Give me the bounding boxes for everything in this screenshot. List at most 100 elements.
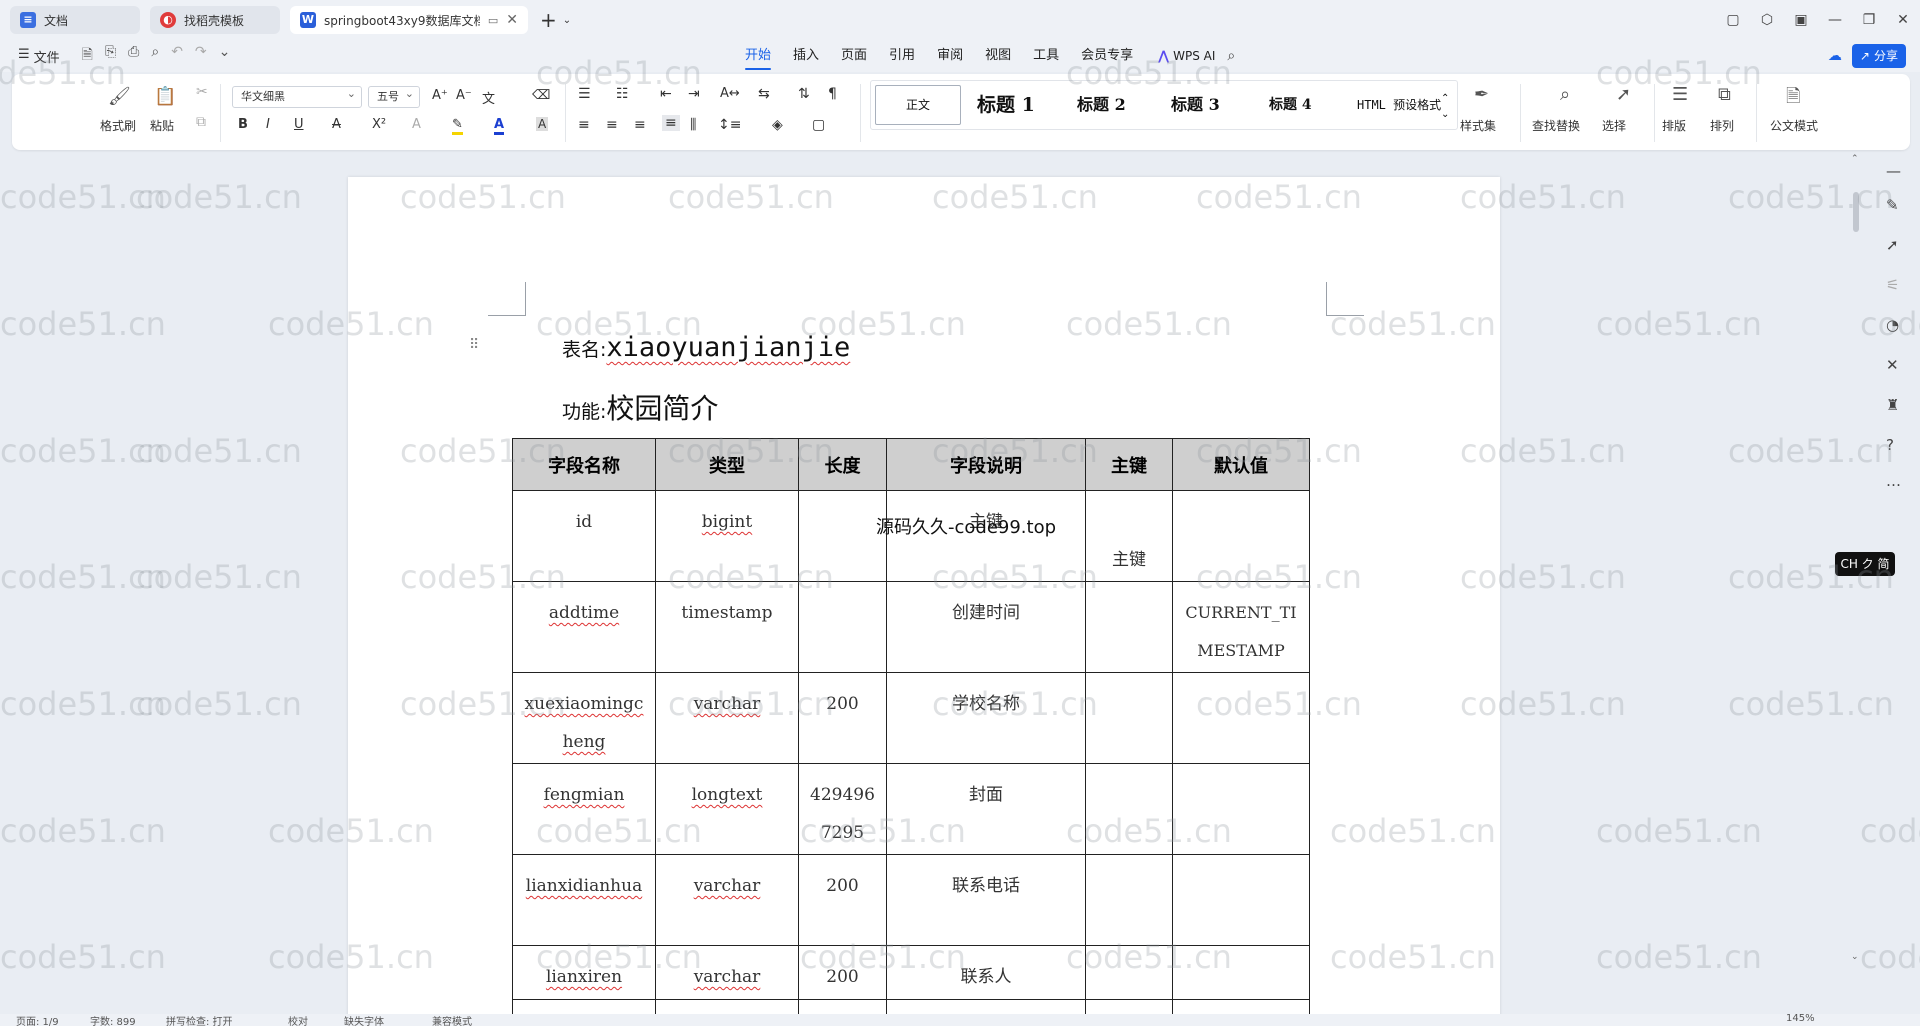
typeset-icon[interactable]: ☰ — [1672, 84, 1688, 105]
minimize-icon[interactable]: — — [1818, 12, 1852, 28]
typeset-label[interactable]: 排版 — [1662, 117, 1686, 134]
drag-handle-icon[interactable]: ⠿ — [469, 337, 479, 353]
indent-icon[interactable]: ⇥ — [688, 86, 700, 102]
style-gallery-scroll[interactable]: ⌃ ⌄ — [1441, 91, 1449, 139]
sort-icon[interactable]: ⇅ — [798, 86, 810, 102]
print-icon[interactable]: ⎙ — [128, 44, 139, 68]
menu-tools[interactable]: 工具 — [1022, 40, 1070, 72]
style-heading-3[interactable]: 标题 3 — [1171, 81, 1220, 129]
select-label[interactable]: 选择 — [1602, 117, 1626, 134]
strikethrough-icon[interactable]: A — [332, 117, 341, 132]
file-menu-button[interactable]: ☰ 文件 — [18, 47, 60, 66]
official-doc-icon[interactable]: 🗎 — [1786, 84, 1800, 114]
help-icon[interactable]: ? — [1886, 436, 1894, 454]
bold-icon[interactable]: B — [238, 117, 248, 132]
scroll-up-icon[interactable]: ⌃ — [1851, 154, 1859, 164]
scroll-thumb[interactable] — [1853, 192, 1859, 232]
format-painter-icon[interactable]: 🖌 — [108, 86, 131, 107]
redo-icon[interactable]: ↷ — [195, 44, 207, 68]
arrange-icon[interactable]: ⧉ — [1718, 84, 1731, 105]
chart-icon[interactable]: ◔ — [1886, 316, 1899, 334]
style-heading-1[interactable]: 标题 1 — [977, 81, 1035, 129]
style-set-label[interactable]: 样式集 — [1460, 117, 1496, 134]
justify-icon[interactable]: ≡ — [662, 115, 680, 131]
show-marks-icon[interactable]: ¶ — [828, 86, 837, 102]
tab-docs[interactable]: ≡ 文档 — [10, 6, 140, 34]
monitor-icon[interactable]: ▭ — [488, 14, 498, 27]
menu-insert[interactable]: 插入 — [782, 40, 830, 72]
find-replace-label[interactable]: 查找替换 — [1532, 117, 1580, 134]
save-icon[interactable]: 🗎 — [82, 44, 93, 68]
chevron-down-icon[interactable]: ⌄ — [563, 15, 571, 26]
undo-icon[interactable]: ↶ — [171, 44, 183, 68]
font-size-select[interactable]: 五号 — [368, 84, 420, 108]
restore-icon[interactable]: ❐ — [1852, 12, 1886, 28]
spell-check[interactable]: 拼写检查: 打开 — [166, 1014, 233, 1026]
adjust-icon[interactable]: ⚟ — [1886, 276, 1899, 294]
menu-member[interactable]: 会员专享 — [1070, 40, 1144, 72]
border-icon[interactable]: ▢ — [812, 117, 825, 133]
style-html-preformatted[interactable]: HTML 预设格式 — [1357, 81, 1441, 129]
menu-home[interactable]: 开始 — [734, 40, 782, 72]
print-preview-icon[interactable]: ⌕ — [151, 44, 159, 68]
word-count[interactable]: 字数: 899 — [90, 1014, 136, 1026]
font-color-icon[interactable]: A — [494, 117, 505, 135]
numbered-list-icon[interactable]: ☷ — [616, 86, 629, 102]
proofread[interactable]: 校对 — [288, 1014, 308, 1026]
tab-docer[interactable]: ◐ 找稻壳模板 — [150, 6, 280, 34]
zoom-level[interactable]: 145% — [1786, 1014, 1815, 1024]
menu-view[interactable]: 视图 — [974, 40, 1022, 72]
tools-icon[interactable]: ✕ — [1886, 356, 1899, 374]
minus-icon[interactable]: — — [1886, 162, 1901, 180]
menu-page[interactable]: 页面 — [830, 40, 878, 72]
cloud-upload-icon[interactable]: ☁ — [1828, 48, 1842, 64]
direction-icon[interactable]: ⇆ — [758, 86, 770, 102]
export-icon[interactable]: ⎘ — [105, 44, 116, 68]
search-icon[interactable]: ⌕ — [1227, 48, 1235, 64]
official-mode-label[interactable]: 公文模式 — [1770, 117, 1818, 134]
align-left-icon[interactable]: ≡ — [578, 117, 590, 133]
avatar[interactable]: ▣ — [1784, 12, 1818, 28]
cut-icon[interactable]: ✂ — [196, 84, 208, 100]
shading-icon[interactable]: ◈ — [772, 117, 783, 133]
bullet-list-icon[interactable]: ☰ — [578, 86, 591, 102]
missing-font[interactable]: 缺失字体 — [344, 1014, 384, 1026]
char-shading-icon[interactable]: A — [536, 117, 549, 131]
find-replace-icon[interactable]: ⌕ — [1560, 84, 1570, 105]
copy-icon[interactable]: ⧉ — [196, 114, 206, 130]
chevron-down-icon[interactable]: ⌄ — [219, 44, 231, 68]
menu-references[interactable]: 引用 — [878, 40, 926, 72]
outdent-icon[interactable]: ⇤ — [660, 86, 672, 102]
style-set-icon[interactable]: ✒ — [1474, 84, 1489, 105]
paste-label[interactable]: 粘贴 — [150, 117, 174, 134]
select-icon[interactable]: ➚ — [1886, 236, 1899, 254]
shirt-icon[interactable]: ♜ — [1886, 396, 1899, 414]
text-effect-icon[interactable]: A — [412, 117, 421, 132]
font-shrink-icon[interactable]: A⁻ — [456, 88, 472, 103]
superscript-icon[interactable]: X² — [372, 117, 386, 132]
char-spacing-icon[interactable]: A↔ — [720, 86, 740, 101]
phonetic-icon[interactable]: 文 — [482, 88, 495, 107]
select-cursor-icon[interactable]: ➚ — [1616, 84, 1631, 105]
share-button[interactable]: ↗ 分享 — [1851, 44, 1906, 68]
more-icon[interactable]: … — [1886, 472, 1901, 490]
ime-badge[interactable]: CH ク 简 — [1835, 552, 1895, 576]
underline-icon[interactable]: U — [294, 117, 304, 132]
document-page[interactable]: ⠿ 表名: xiaoyuanjianjie 功能: 校园简介 字段名称 类型 长… — [348, 177, 1500, 1026]
close-icon[interactable]: ✕ — [506, 12, 518, 28]
line-spacing-icon[interactable]: ↕≡ — [718, 117, 741, 133]
compat-mode[interactable]: 兼容模式 — [432, 1014, 472, 1026]
page-count[interactable]: 页面: 1/9 — [16, 1014, 59, 1026]
distributed-icon[interactable]: ⫼ — [690, 117, 696, 133]
cube-icon[interactable]: ⬡ — [1750, 12, 1784, 28]
italic-icon[interactable]: I — [266, 117, 270, 132]
scroll-down-icon[interactable]: ⌄ — [1851, 952, 1859, 962]
new-tab-icon[interactable]: + — [540, 8, 557, 32]
tab-document[interactable]: W springboot43xy9数据库文档 ▭ ✕ — [290, 6, 528, 34]
arrange-label[interactable]: 排列 — [1710, 117, 1734, 134]
highlight-icon[interactable]: ✎ — [452, 117, 463, 135]
wps-ai-button[interactable]: ⋀ WPS AI — [1158, 49, 1215, 64]
style-heading-4[interactable]: 标题 4 — [1269, 81, 1312, 129]
close-window-icon[interactable]: ✕ — [1886, 12, 1920, 28]
align-right-icon[interactable]: ≡ — [634, 117, 646, 133]
